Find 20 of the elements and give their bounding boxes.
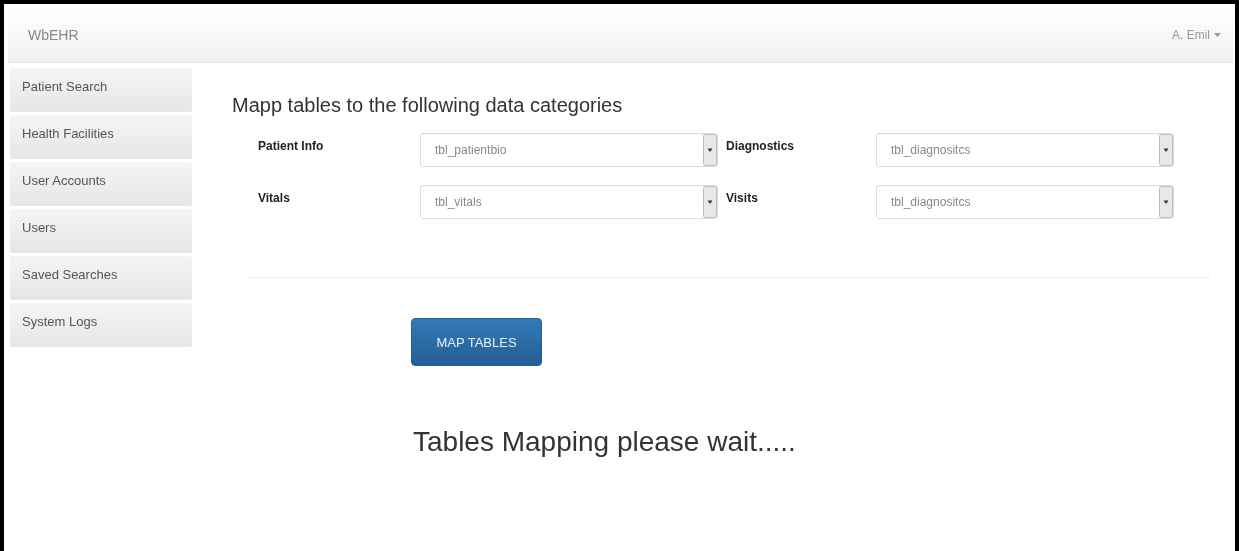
page-heading: Mapp tables to the following data categories	[232, 94, 624, 117]
caret-icon	[1214, 33, 1221, 37]
field-label: Patient Info	[257, 138, 325, 155]
map-tables-button[interactable]: MAP TABLES	[411, 318, 542, 366]
field-label: Vitals	[257, 190, 291, 207]
status-message: Tables Mapping please wait.....	[413, 426, 797, 458]
sidebar-item[interactable]: Users	[10, 209, 192, 253]
table-select[interactable]: tbl_vitals	[420, 185, 718, 219]
table-select[interactable]: tbl_diagnositcs	[876, 185, 1174, 219]
table-select[interactable]: tbl_diagnositcs	[876, 133, 1174, 167]
sidebar-item[interactable]: Saved Searches	[10, 256, 192, 300]
sidebar-item[interactable]: User Accounts	[10, 162, 192, 206]
sidebar-item[interactable]: Health Facilities	[10, 115, 192, 159]
table-select[interactable]: tbl_patientbio	[420, 133, 718, 167]
sidebar-item[interactable]: System Logs	[10, 303, 192, 347]
sidebar-item[interactable]: Patient Search	[10, 68, 192, 112]
field-label: Visits	[725, 190, 759, 207]
field-label: Diagnostics	[725, 138, 795, 155]
user-menu[interactable]: A. Emil	[1172, 28, 1221, 42]
brand-link[interactable]: WbEHR	[28, 27, 79, 43]
